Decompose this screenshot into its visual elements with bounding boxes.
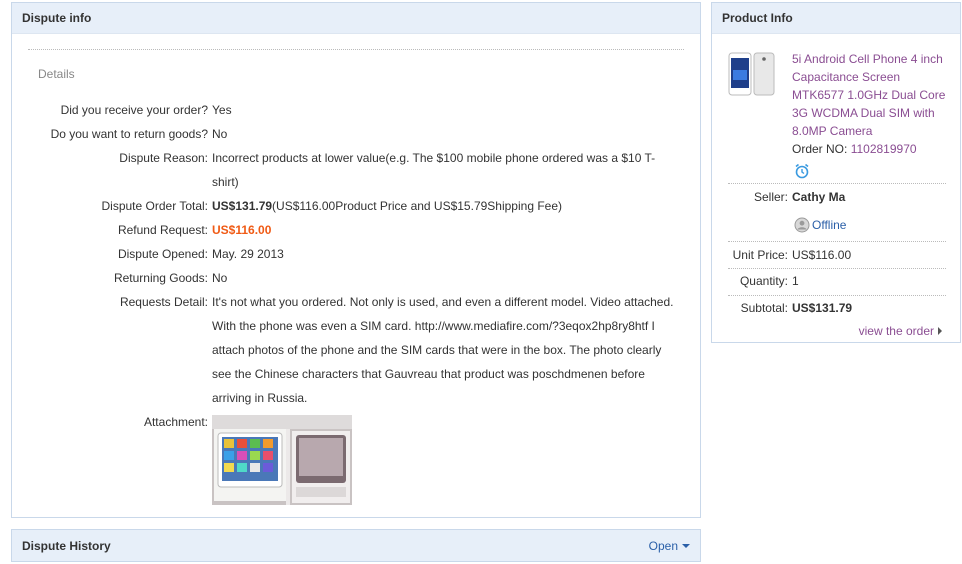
subtotal-row: Subtotal: US$131.79 [712, 299, 852, 317]
seller-label: Seller: [753, 190, 788, 204]
divider [728, 268, 946, 269]
seller-row: Seller: Cathy Ma [712, 188, 845, 206]
open-history-toggle[interactable]: Open [649, 539, 690, 553]
detail-row-return-goods: Do you want to return goods? No [12, 122, 702, 146]
seller-status: Offline [794, 216, 846, 234]
divider [728, 295, 946, 296]
detail-label: Requests Detail: [119, 295, 208, 309]
detail-label: Dispute Reason: [119, 151, 208, 165]
detail-row-opened: Dispute Opened: May. 29 2013 [12, 242, 702, 266]
open-toggle-label: Open [648, 538, 678, 553]
product-info-panel: Product Info 5i Android Cell Phone 4 inc… [711, 2, 961, 343]
detail-row-requests: Requests Detail: It's not what you order… [12, 290, 702, 410]
detail-label: Refund Request: [117, 223, 208, 237]
chevron-right-icon [938, 327, 942, 335]
detail-value: No [212, 271, 228, 285]
product-title-link[interactable]: 5i Android Cell Phone 4 inch Capacitance… [792, 50, 952, 140]
alarm-clock-icon[interactable] [794, 163, 810, 179]
unit-price-label: Unit Price: [732, 248, 788, 262]
product-thumbnail[interactable] [728, 50, 776, 98]
divider [728, 183, 946, 184]
dispute-details: Did you receive your order? Yes Do you w… [12, 98, 702, 505]
detail-row-received: Did you receive your order? Yes [12, 98, 702, 122]
unit-price-value: US$116.00 [792, 248, 852, 262]
order-number-label: Order NO: [792, 142, 848, 156]
seller-status-label: Offline [812, 218, 847, 232]
details-label: Details [38, 67, 75, 81]
attachment-thumbnail[interactable] [212, 415, 352, 505]
order-total-amount: US$131.79 [212, 199, 273, 213]
detail-row-returning-goods: Returning Goods: No [12, 266, 702, 290]
detail-label: Dispute Opened: [117, 247, 208, 261]
subtotal-label: Subtotal: [740, 301, 788, 315]
divider [728, 241, 946, 242]
detail-label: Do you want to return goods? [50, 127, 208, 141]
detail-value: It's not what you ordered. Not only is u… [212, 295, 674, 405]
seller-name: Cathy Ma [792, 190, 846, 204]
quantity-label: Quantity: [739, 274, 788, 288]
refund-amount: US$116.00 [212, 223, 272, 237]
detail-row-refund-request: Refund Request: US$116.00 [12, 218, 702, 242]
order-number: Order NO: 1102819970 [792, 140, 917, 158]
divider [28, 49, 684, 50]
product-info-header: Product Info [712, 3, 960, 34]
detail-row-reason: Dispute Reason: Incorrect products at lo… [12, 146, 702, 194]
detail-label: Returning Goods: [113, 271, 208, 285]
detail-value: Yes [212, 103, 232, 117]
order-number-value[interactable]: 1102819970 [851, 142, 917, 156]
detail-value: May. 29 2013 [212, 247, 284, 261]
dispute-info-panel: Dispute info Details Did you receive you… [11, 2, 701, 518]
detail-value: US$131.79(US$116.00Product Price and US$… [208, 194, 678, 218]
detail-row-attachment: Attachment: [12, 410, 702, 505]
phone-product-icon [728, 52, 775, 96]
detail-row-order-total: Dispute Order Total: US$131.79(US$116.00… [12, 194, 702, 218]
product-info-title: Product Info [722, 11, 793, 25]
detail-value: No [212, 127, 228, 141]
chevron-down-icon [682, 543, 690, 548]
dispute-info-title: Dispute info [22, 11, 92, 25]
dispute-history-header: Dispute History Open [12, 530, 700, 561]
quantity-row: Quantity: 1 [712, 272, 799, 290]
view-order-label: view the order [858, 324, 934, 338]
dispute-history-title: Dispute History [22, 538, 111, 553]
user-status-icon [794, 217, 810, 233]
detail-label: Did you receive your order? [60, 103, 208, 117]
order-total-breakdown: (US$116.00Product Price and US$15.79Ship… [272, 199, 563, 213]
detail-label: Attachment: [143, 415, 208, 429]
dispute-info-header: Dispute info [12, 3, 700, 34]
detail-label: Dispute Order Total: [101, 199, 209, 213]
subtotal-value: US$131.79 [792, 301, 853, 315]
attachment-photo-icon [212, 415, 352, 505]
detail-value: Incorrect products at lower value(e.g. T… [212, 151, 656, 189]
view-order-link[interactable]: view the order [859, 324, 942, 338]
unit-price-row: Unit Price: US$116.00 [712, 246, 852, 264]
quantity-value: 1 [792, 274, 799, 288]
dispute-history-panel: Dispute History Open [11, 529, 701, 562]
